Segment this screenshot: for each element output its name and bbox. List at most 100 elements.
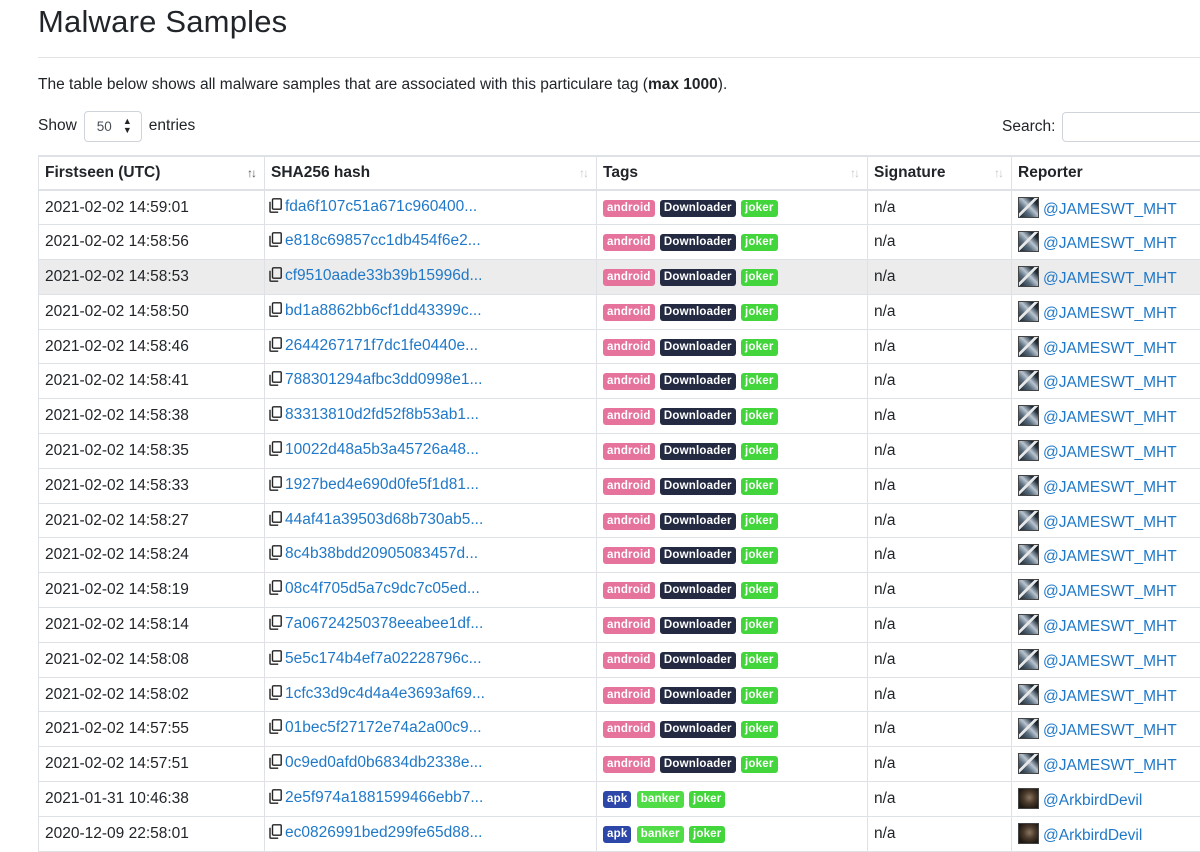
reporter-link[interactable]: @JAMESWT_MHT <box>1043 583 1177 600</box>
sha256-hash-link[interactable]: bd1a8862bb6cf1dd43399c... <box>285 302 482 319</box>
copy-icon[interactable] <box>269 719 282 739</box>
reporter-link[interactable]: @JAMESWT_MHT <box>1043 235 1177 252</box>
sha256-hash-link[interactable]: fda6f107c51a671c960400... <box>285 198 477 215</box>
tag-badge-downloader[interactable]: Downloader <box>659 616 736 634</box>
tag-badge-joker[interactable]: joker <box>741 756 778 774</box>
column-header-firstseen[interactable]: Firstseen (UTC) ↑↓ <box>38 155 265 191</box>
reporter-link[interactable]: @JAMESWT_MHT <box>1043 340 1177 357</box>
reporter-link[interactable]: @JAMESWT_MHT <box>1043 757 1177 774</box>
tag-badge-apk[interactable]: apk <box>603 790 632 808</box>
copy-icon[interactable] <box>269 649 282 670</box>
tag-badge-downloader[interactable]: Downloader <box>659 373 736 391</box>
copy-icon[interactable] <box>269 754 282 774</box>
reporter-link[interactable]: @ArkbirdDevil <box>1043 792 1142 809</box>
sha256-hash-link[interactable]: 1cfc33d9c4d4a4e3693af69... <box>285 685 485 702</box>
tag-badge-downloader[interactable]: Downloader <box>659 234 736 252</box>
tag-badge-joker[interactable]: joker <box>741 547 778 565</box>
reporter-link[interactable]: @JAMESWT_MHT <box>1043 548 1177 565</box>
reporter-link[interactable]: @JAMESWT_MHT <box>1043 479 1177 496</box>
tag-badge-joker[interactable]: joker <box>741 199 778 217</box>
tag-badge-android[interactable]: android <box>603 268 655 286</box>
tag-badge-android[interactable]: android <box>603 234 655 252</box>
sha256-hash-link[interactable]: 2644267171f7dc1fe0440e... <box>285 337 478 354</box>
tag-badge-downloader[interactable]: Downloader <box>659 303 736 321</box>
sha256-hash-link[interactable]: cf9510aade33b39b15996d... <box>285 267 482 284</box>
tag-badge-downloader[interactable]: Downloader <box>659 442 736 460</box>
reporter-link[interactable]: @JAMESWT_MHT <box>1043 409 1177 426</box>
tag-badge-joker[interactable]: joker <box>741 686 778 704</box>
sha256-hash-link[interactable]: 0c9ed0afd0b6834db2338e... <box>285 754 482 771</box>
copy-icon[interactable] <box>269 232 282 252</box>
copy-icon[interactable] <box>269 267 282 287</box>
copy-icon[interactable] <box>269 580 282 600</box>
tag-badge-apk[interactable]: apk <box>603 825 632 843</box>
tag-badge-android[interactable]: android <box>603 408 655 426</box>
tag-badge-downloader[interactable]: Downloader <box>659 268 736 286</box>
tag-badge-downloader[interactable]: Downloader <box>659 408 736 426</box>
sha256-hash-link[interactable]: 788301294afbc3dd0998e1... <box>285 371 482 388</box>
sha256-hash-link[interactable]: 83313810d2fd52f8b53ab1... <box>285 406 479 423</box>
tag-badge-joker[interactable]: joker <box>741 477 778 495</box>
copy-icon[interactable] <box>269 684 282 705</box>
tag-badge-joker[interactable]: joker <box>741 582 778 600</box>
sha256-hash-link[interactable]: ec0826991bed299fe65d88... <box>285 824 482 841</box>
copy-icon[interactable] <box>269 789 282 809</box>
sha256-hash-link[interactable]: 08c4f705d5a7c9dc7c05ed... <box>285 580 480 597</box>
tag-badge-android[interactable]: android <box>603 651 655 669</box>
reporter-link[interactable]: @JAMESWT_MHT <box>1043 201 1177 218</box>
tag-badge-joker[interactable]: joker <box>688 825 726 843</box>
copy-icon[interactable] <box>269 545 282 565</box>
copy-icon[interactable] <box>269 510 282 531</box>
sha256-hash-link[interactable]: 5e5c174b4ef7a02228796c... <box>285 650 482 667</box>
tag-badge-android[interactable]: android <box>603 477 655 495</box>
copy-icon[interactable] <box>269 301 282 322</box>
tag-badge-downloader[interactable]: Downloader <box>659 512 736 530</box>
tag-badge-downloader[interactable]: Downloader <box>659 582 736 600</box>
tag-badge-joker[interactable]: joker <box>688 790 726 808</box>
tag-badge-downloader[interactable]: Downloader <box>659 547 736 565</box>
column-header-tags[interactable]: Tags ↑↓ <box>596 155 868 191</box>
copy-icon[interactable] <box>269 475 282 496</box>
tag-badge-joker[interactable]: joker <box>741 268 778 286</box>
tag-badge-joker[interactable]: joker <box>741 616 778 634</box>
reporter-link[interactable]: @JAMESWT_MHT <box>1043 722 1177 739</box>
reporter-link[interactable]: @JAMESWT_MHT <box>1043 688 1177 705</box>
sha256-hash-link[interactable]: 2e5f974a1881599466ebb7... <box>285 789 483 806</box>
copy-icon[interactable] <box>269 336 282 357</box>
sha256-hash-link[interactable]: 01bec5f27172e74a2a00c9... <box>285 719 482 736</box>
tag-badge-android[interactable]: android <box>603 686 655 704</box>
sha256-hash-link[interactable]: 8c4b38bdd20905083457d... <box>285 545 478 562</box>
tag-badge-android[interactable]: android <box>603 756 655 774</box>
tag-badge-downloader[interactable]: Downloader <box>659 756 736 774</box>
tag-badge-joker[interactable]: joker <box>741 442 778 460</box>
tag-badge-android[interactable]: android <box>603 303 655 321</box>
tag-badge-android[interactable]: android <box>603 616 655 634</box>
tag-badge-android[interactable]: android <box>603 582 655 600</box>
reporter-link[interactable]: @JAMESWT_MHT <box>1043 374 1177 391</box>
reporter-link[interactable]: @JAMESWT_MHT <box>1043 270 1177 287</box>
search-input[interactable] <box>1062 112 1200 142</box>
tag-badge-joker[interactable]: joker <box>741 303 778 321</box>
reporter-link[interactable]: @JAMESWT_MHT <box>1043 618 1177 635</box>
tag-badge-downloader[interactable]: Downloader <box>659 686 736 704</box>
tag-badge-joker[interactable]: joker <box>741 408 778 426</box>
tag-badge-android[interactable]: android <box>603 338 655 356</box>
tag-badge-joker[interactable]: joker <box>741 373 778 391</box>
copy-icon[interactable] <box>269 406 282 426</box>
column-header-reporter[interactable]: Reporter↑↓ <box>1011 155 1200 191</box>
sha256-hash-link[interactable]: 7a06724250378eeabee1df... <box>285 615 483 632</box>
tag-badge-banker[interactable]: banker <box>636 790 684 808</box>
copy-icon[interactable] <box>269 441 282 461</box>
tag-badge-joker[interactable]: joker <box>741 721 778 739</box>
tag-badge-downloader[interactable]: Downloader <box>659 477 736 495</box>
sha256-hash-link[interactable]: e818c69857cc1db454f6e2... <box>285 232 481 249</box>
tag-badge-joker[interactable]: joker <box>741 651 778 669</box>
reporter-link[interactable]: @JAMESWT_MHT <box>1043 305 1177 322</box>
tag-badge-android[interactable]: android <box>603 547 655 565</box>
copy-icon[interactable] <box>269 823 282 844</box>
sha256-hash-link[interactable]: 44af41a39503d68b730ab5... <box>285 511 483 528</box>
copy-icon[interactable] <box>269 371 282 391</box>
column-header-sha256[interactable]: SHA256 hash ↑↓ <box>264 155 597 191</box>
tag-badge-android[interactable]: android <box>603 199 655 217</box>
sha256-hash-link[interactable]: 1927bed4e690d0fe5f1d81... <box>285 476 479 493</box>
